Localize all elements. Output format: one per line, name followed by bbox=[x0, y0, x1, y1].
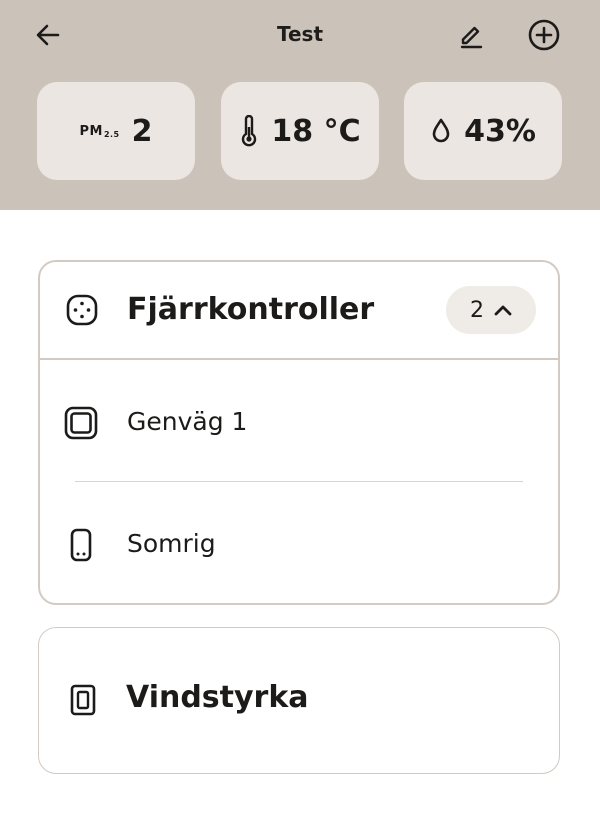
add-button[interactable] bbox=[524, 15, 564, 55]
remotes-card-header[interactable]: Fjärrkontroller 2 bbox=[40, 262, 558, 360]
shortcut-square-icon bbox=[64, 406, 98, 440]
temperature-stat[interactable]: 18 °C bbox=[221, 82, 379, 180]
pm25-label: PM 2.5 bbox=[79, 123, 120, 139]
panel-icon bbox=[70, 684, 96, 716]
remote-device-icon bbox=[70, 528, 92, 562]
pm25-value: 2 bbox=[131, 113, 153, 149]
humidity-stat[interactable]: 43% bbox=[404, 82, 562, 180]
pencil-icon bbox=[460, 26, 483, 49]
droplet-icon bbox=[432, 118, 450, 143]
remote-dots-icon bbox=[66, 294, 98, 326]
collapse-toggle[interactable]: 2 bbox=[446, 286, 536, 334]
header: Test PM 2.5 2 18 °C 43% bbox=[0, 0, 600, 210]
edit-button[interactable] bbox=[449, 15, 489, 55]
humidity-value: 43% bbox=[464, 113, 536, 149]
list-item-somrig[interactable]: Somrig bbox=[40, 494, 558, 594]
wind-card[interactable]: Vindstyrka bbox=[38, 627, 560, 774]
temperature-value: 18 °C bbox=[271, 113, 361, 149]
remotes-count: 2 bbox=[470, 297, 484, 323]
list-item-genvag-1[interactable]: Genväg 1 bbox=[40, 372, 558, 472]
page-title: Test bbox=[276, 22, 323, 46]
list-item-label: Genväg 1 bbox=[127, 407, 248, 436]
chevron-up-icon bbox=[494, 305, 512, 316]
divider bbox=[75, 481, 523, 482]
plus-circle-icon bbox=[528, 19, 560, 51]
pm25-stat[interactable]: PM 2.5 2 bbox=[37, 82, 195, 180]
wind-card-title: Vindstyrka bbox=[126, 680, 309, 715]
remotes-card-title: Fjärrkontroller bbox=[127, 292, 375, 327]
remotes-card: Fjärrkontroller 2 Genväg 1 Somrig bbox=[38, 260, 560, 605]
thermometer-icon bbox=[242, 115, 257, 147]
list-item-label: Somrig bbox=[127, 529, 216, 558]
